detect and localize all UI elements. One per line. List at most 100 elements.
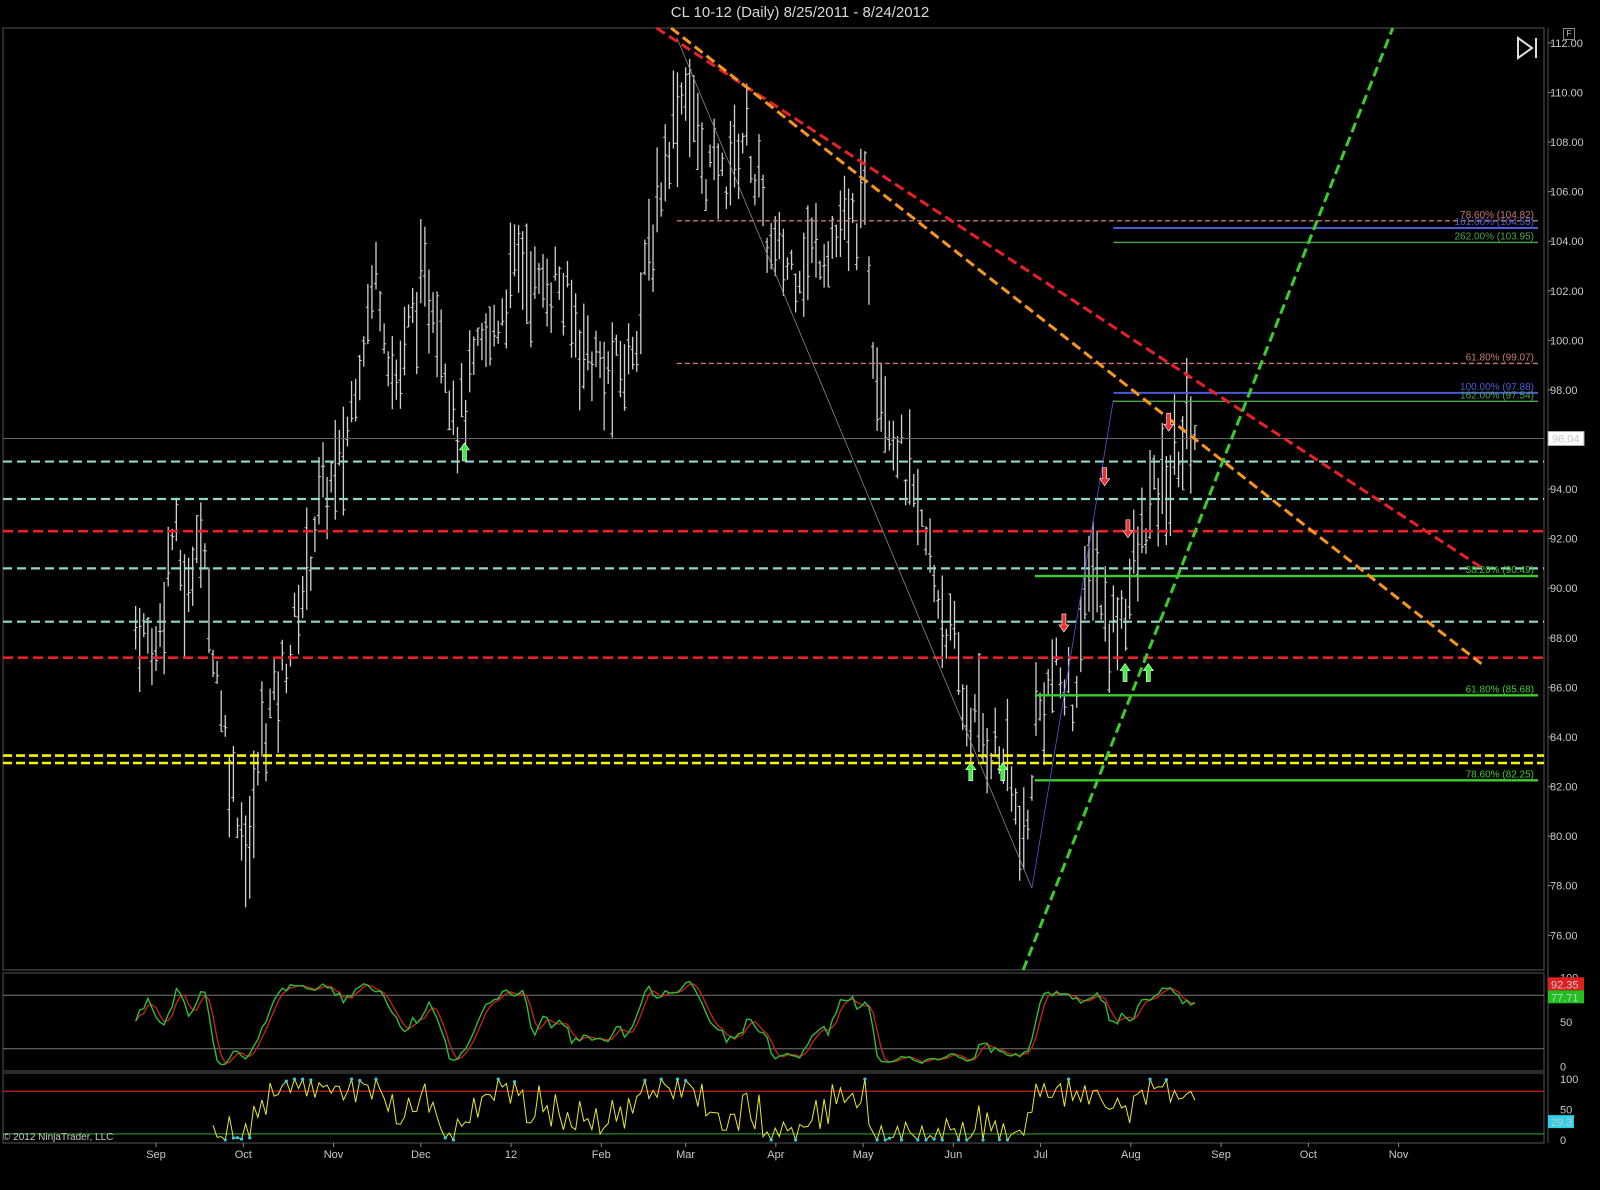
price-bar	[854, 223, 859, 271]
x-tick-label: Sep	[1211, 1149, 1231, 1161]
oscillator-extreme-point	[239, 1137, 244, 1141]
price-bar	[353, 378, 358, 422]
price-bar	[895, 436, 900, 479]
price-bar	[675, 72, 680, 188]
x-tick-label: Sep	[146, 1149, 166, 1161]
price-bar	[1074, 676, 1079, 708]
fib-level-label: 61.80% (99.07)	[1466, 352, 1534, 363]
sell-signal-arrow	[1099, 467, 1111, 487]
price-bar	[813, 203, 818, 278]
price-bar	[577, 329, 582, 411]
price-bar	[1099, 604, 1104, 620]
price-bar	[251, 750, 256, 859]
oscillator-extreme-point	[684, 1078, 688, 1083]
price-bar	[952, 601, 957, 649]
price-bar	[683, 67, 688, 121]
price-bar	[1172, 394, 1177, 475]
price-bar	[638, 272, 643, 355]
oscillator-extreme-point	[924, 1138, 928, 1142]
price-bar	[834, 224, 839, 258]
price-bar	[386, 351, 391, 387]
price-bar	[797, 270, 802, 294]
price-bar	[325, 476, 330, 540]
price-bar	[528, 251, 533, 348]
trend-line	[670, 26, 1484, 667]
price-bar	[1058, 667, 1063, 699]
oscillator-extreme-point	[235, 1136, 240, 1140]
price-bar	[475, 327, 480, 347]
price-bar	[565, 260, 570, 288]
price-bar	[296, 584, 301, 655]
price-bar	[268, 688, 273, 719]
oscillator-extreme-point	[981, 1138, 985, 1142]
price-bar	[956, 632, 961, 695]
price-bar	[915, 468, 920, 546]
price-bar	[345, 416, 350, 447]
oscillator-extreme-point	[932, 1137, 936, 1141]
fib-level-label: 61.80% (85.68)	[1466, 684, 1534, 695]
price-bar	[524, 223, 529, 324]
price-bar	[211, 649, 216, 678]
price-bar	[1156, 477, 1161, 547]
price-bar	[883, 376, 888, 453]
y-tick-label: 92.00	[1550, 534, 1578, 546]
price-bar	[178, 549, 183, 591]
price-bar	[316, 456, 321, 525]
price-bar	[243, 815, 248, 908]
price-bar	[158, 603, 163, 647]
play-end-icon[interactable]	[1516, 36, 1542, 60]
price-bar	[561, 272, 566, 336]
price-bar	[337, 429, 342, 466]
x-tick-label: Apr	[767, 1149, 784, 1161]
up-arrow-shape	[1119, 663, 1131, 682]
fib-level-label: 162.00% (97.54)	[1460, 390, 1534, 401]
oscillator-extreme-point	[1066, 1077, 1071, 1081]
price-bar	[496, 320, 501, 344]
x-tick-label: Oct	[235, 1149, 252, 1161]
price-bar	[492, 304, 497, 347]
price-bar	[809, 217, 814, 263]
price-bar	[410, 288, 415, 324]
price-bar	[805, 205, 810, 300]
price-bar	[1025, 809, 1030, 840]
oscillator-extreme-point	[1005, 1138, 1010, 1142]
y-tick-label: 100.00	[1550, 335, 1584, 347]
price-bar	[406, 304, 411, 328]
price-bar	[276, 671, 281, 753]
price-bar	[536, 263, 541, 294]
trend-line	[655, 26, 1484, 570]
price-bar	[773, 216, 778, 277]
price-bar	[581, 303, 586, 389]
price-bar	[765, 237, 770, 273]
price-bar	[549, 282, 554, 333]
price-bar	[545, 258, 550, 327]
oscillator-extreme-point	[883, 1138, 887, 1142]
price-bar	[1054, 637, 1059, 666]
price-bar	[361, 336, 366, 367]
price-bar	[259, 681, 264, 757]
price-bar	[655, 147, 660, 233]
oscillator-extreme-point	[769, 1138, 773, 1142]
price-bar	[614, 334, 619, 356]
oscillator-extreme-point	[916, 1138, 920, 1142]
price-bar	[826, 241, 831, 288]
stoch-y-tick-label: 50	[1560, 1017, 1572, 1029]
price-bar	[593, 330, 598, 368]
price-bar	[1021, 787, 1026, 870]
price-bar	[1152, 455, 1157, 490]
price-bar	[695, 92, 700, 170]
chart-canvas[interactable]: 78.60% (104.82)161.80% (104.53)262.00% (…	[0, 0, 1600, 1190]
price-bar	[206, 567, 211, 654]
stoch-value-label: 92.35	[1551, 979, 1579, 991]
osc-value-label: 29.3	[1551, 1117, 1572, 1129]
price-bar	[1176, 451, 1181, 488]
panel-settings-button[interactable]: F	[1563, 28, 1575, 40]
price-bar	[439, 309, 444, 384]
osc-y-tick-label: 100	[1560, 1074, 1578, 1086]
oscillator-extreme-point	[899, 1138, 904, 1142]
price-bar	[589, 351, 594, 402]
price-bar	[141, 613, 146, 638]
price-bar	[907, 409, 912, 505]
price-bar	[500, 298, 505, 326]
oscillator-extreme-point	[451, 1138, 456, 1142]
